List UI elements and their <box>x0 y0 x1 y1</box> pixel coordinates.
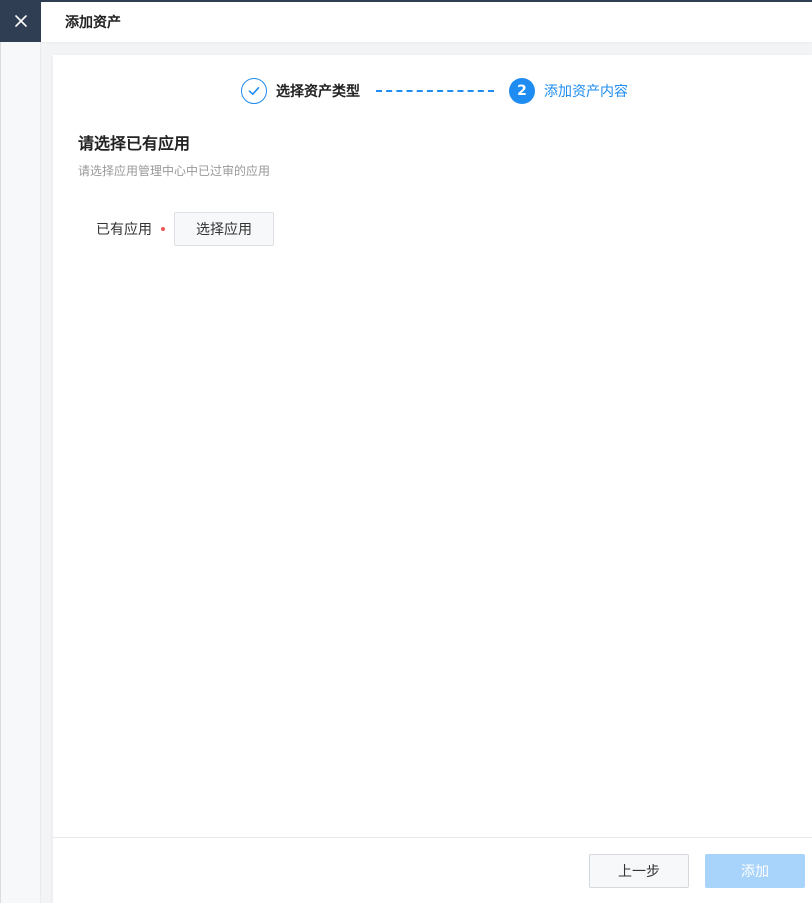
drawer-header: 添加资产 <box>41 0 812 42</box>
step-connector <box>376 90 494 92</box>
section-title: 请选择已有应用 <box>78 134 191 153</box>
existing-app-row: 已有应用 选择应用 <box>96 212 274 246</box>
check-icon <box>248 87 260 95</box>
step-2: 2 添加资产内容 <box>509 78 628 104</box>
select-app-button[interactable]: 选择应用 <box>174 212 274 246</box>
existing-app-label: 已有应用 <box>96 222 152 238</box>
required-indicator <box>161 227 165 231</box>
add-button[interactable]: 添加 <box>705 854 805 888</box>
close-button[interactable] <box>0 0 41 42</box>
step-label: 添加资产内容 <box>544 84 628 100</box>
step-number: 2 <box>509 78 535 104</box>
add-asset-page: 添加资产 选择资产类型 2 添加资产内容 请选择已有应用 请选择应用管理中心中已… <box>0 0 812 903</box>
form-card: 选择资产类型 2 添加资产内容 请选择已有应用 请选择应用管理中心中已过审的应用… <box>53 55 812 903</box>
underlying-page-strip <box>0 42 41 903</box>
steps-indicator: 选择资产类型 2 添加资产内容 <box>241 77 628 105</box>
step-done-circle <box>241 78 267 104</box>
form-footer: 上一步 添加 <box>53 837 812 903</box>
step-label: 选择资产类型 <box>276 84 360 100</box>
page-title: 添加资产 <box>65 15 121 31</box>
section-description: 请选择应用管理中心中已过审的应用 <box>78 164 271 178</box>
close-icon <box>14 15 27 27</box>
previous-step-button[interactable]: 上一步 <box>589 854 689 888</box>
step-1: 选择资产类型 <box>241 78 360 104</box>
